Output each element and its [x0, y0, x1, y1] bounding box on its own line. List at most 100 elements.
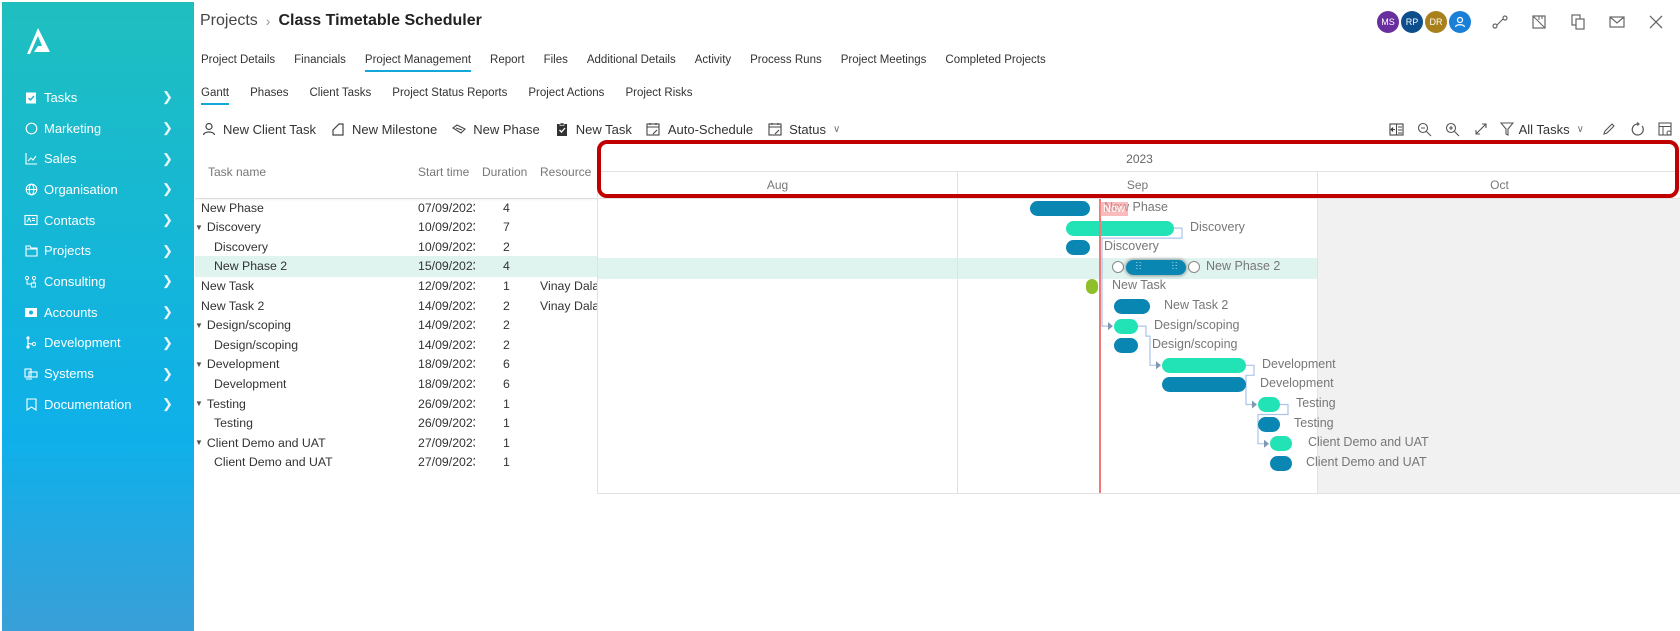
fullscreen-icon[interactable] [1472, 120, 1490, 138]
task-bar[interactable] [1162, 377, 1246, 393]
table-row[interactable]: Design/scoping 14/09/2023 2 [195, 334, 597, 355]
task-bar[interactable] [1114, 299, 1150, 314]
app-logo[interactable] [24, 26, 52, 56]
phase-bar[interactable] [1258, 397, 1280, 412]
column-header-duration[interactable]: Duration [482, 165, 527, 179]
table-row[interactable]: ▼ Client Demo and UAT 27/09/2023 1 [195, 432, 597, 453]
table-row[interactable]: ▼ Testing 26/09/2023 1 [195, 393, 597, 414]
subtab-client-tasks[interactable]: Client Tasks [310, 87, 372, 105]
phase-bar[interactable] [1114, 318, 1138, 334]
drag-handle-icon[interactable]: ∷ ∷ [1172, 260, 1177, 272]
column-header-resource[interactable]: Resource [540, 165, 591, 179]
tab-completed-projects[interactable]: Completed Projects [945, 54, 1045, 72]
task-bar[interactable] [1066, 240, 1090, 256]
sidebar-item-consulting[interactable]: Consulting ❯ [2, 266, 194, 297]
gantt-toolbar: New Client Task New Milestone New Phase … [201, 121, 854, 137]
sidebar-item-systems[interactable]: Systems ❯ [2, 358, 194, 389]
chevron-right-icon: ❯ [162, 273, 173, 289]
new-milestone-button[interactable]: New Milestone [330, 121, 437, 137]
sidebar-item-sales[interactable]: Sales ❯ [2, 143, 194, 174]
auto-schedule-button[interactable]: Auto-Schedule [646, 121, 753, 137]
phase-bar[interactable] [1066, 220, 1174, 236]
workflow-icon[interactable] [1490, 12, 1510, 32]
collapse-grid-icon[interactable] [1388, 120, 1406, 138]
sidebar-item-development[interactable]: Development ❯ [2, 328, 194, 359]
task-bar[interactable] [1030, 201, 1090, 216]
table-row[interactable]: Client Demo and UAT 27/09/2023 1 [195, 452, 597, 473]
task-filter-dropdown[interactable]: All Tasks ∨ [1499, 122, 1584, 137]
sidebar-item-tasks[interactable]: Tasks ❯ [2, 82, 194, 113]
table-row[interactable]: Discovery 10/09/2023 2 [195, 236, 597, 257]
task-bar[interactable] [1270, 455, 1292, 471]
table-row[interactable]: New Task 12/09/2023 1 Vinay Dalal [195, 275, 597, 296]
avatar[interactable]: MS [1377, 11, 1399, 33]
new-client-task-button[interactable]: New Client Task [201, 121, 316, 137]
collapse-caret-icon[interactable]: ▼ [195, 321, 203, 330]
status-dropdown[interactable]: Status ∨ [767, 121, 840, 137]
tab-project-meetings[interactable]: Project Meetings [841, 54, 927, 72]
pencil-icon[interactable] [1600, 120, 1618, 138]
avatar[interactable] [1449, 11, 1471, 33]
tab-project-management[interactable]: Project Management [364, 54, 472, 72]
subtab-project-actions[interactable]: Project Actions [528, 87, 604, 105]
tab-additional-details[interactable]: Additional Details [587, 54, 676, 72]
sidebar-item-contacts[interactable]: Contacts ❯ [2, 205, 194, 236]
sidebar-item-organisation[interactable]: Organisation ❯ [2, 174, 194, 205]
chevron-right-icon: ❯ [162, 334, 173, 350]
mail-icon[interactable] [1607, 12, 1627, 32]
avatar[interactable]: RP [1401, 11, 1423, 33]
collapse-caret-icon[interactable]: ▼ [195, 438, 203, 447]
avatar[interactable]: DR [1425, 11, 1447, 33]
phase-bar[interactable] [1162, 357, 1246, 373]
task-bar[interactable] [1114, 338, 1138, 354]
tab-activity[interactable]: Activity [695, 54, 731, 72]
app-window: Tasks ❯ Marketing ❯ Sales ❯ Organisation… [0, 0, 1680, 631]
tab-process-runs[interactable]: Process Runs [750, 54, 822, 72]
table-row[interactable]: New Phase 2 15/09/2023 4 [195, 255, 597, 277]
new-phase-button[interactable]: New Phase [451, 121, 540, 137]
bar-label: Development [1262, 356, 1336, 371]
gantt-chart: 2023 Aug Sep Oct New Phase Discovery Discove… [597, 146, 1680, 494]
table-row[interactable]: ▼ Discovery 10/09/2023 7 [195, 217, 597, 238]
subtab-project-risks[interactable]: Project Risks [625, 87, 692, 105]
breadcrumb: Projects › Class Timetable Scheduler [200, 12, 482, 30]
tab-files[interactable]: Files [544, 54, 568, 72]
task-bar[interactable] [1258, 416, 1280, 432]
collapse-caret-icon[interactable]: ▼ [195, 360, 203, 369]
zoom-in-icon[interactable] [1444, 120, 1462, 138]
zoom-out-icon[interactable] [1416, 120, 1434, 138]
chevron-right-icon: ❯ [162, 365, 173, 381]
table-row[interactable]: ▼ Development 18/09/2023 6 [195, 354, 597, 375]
sidebar-item-projects[interactable]: Projects ❯ [2, 235, 194, 266]
ruler-icon[interactable] [1529, 12, 1549, 32]
close-icon[interactable] [1646, 12, 1666, 32]
column-header-start-time[interactable]: Start time [418, 165, 469, 179]
milestone-bar[interactable] [1086, 279, 1098, 295]
tab-report[interactable]: Report [490, 54, 525, 72]
column-header-task-name[interactable]: Task name [208, 165, 266, 179]
copy-icon[interactable] [1568, 12, 1588, 32]
phase-bar[interactable] [1270, 436, 1292, 452]
drag-handle-icon[interactable]: ∷ ∷ [1136, 260, 1141, 272]
sidebar-item-documentation[interactable]: Documentation ❯ [2, 389, 194, 420]
sidebar-item-accounts[interactable]: Accounts ❯ [2, 297, 194, 328]
task-bar[interactable]: ∷ ∷ ∷ ∷ [1126, 259, 1186, 275]
refresh-icon[interactable] [1628, 120, 1646, 138]
new-task-button[interactable]: New Task [554, 121, 632, 137]
breadcrumb-projects[interactable]: Projects [200, 12, 258, 30]
tab-financials[interactable]: Financials [294, 54, 346, 72]
column-settings-icon[interactable] [1656, 120, 1674, 138]
task-name-cell: ▼ Testing [195, 397, 246, 411]
table-row[interactable]: ▼ Design/scoping 14/09/2023 2 [195, 315, 597, 336]
table-row[interactable]: New Task 2 14/09/2023 2 Vinay Dalal [195, 295, 597, 316]
collapse-caret-icon[interactable]: ▼ [195, 399, 203, 408]
table-row[interactable]: Testing 26/09/2023 1 [195, 413, 597, 434]
subtab-project-status-reports[interactable]: Project Status Reports [392, 87, 507, 105]
subtab-gantt[interactable]: Gantt [201, 87, 230, 105]
table-row[interactable]: New Phase 07/09/2023 4 [195, 197, 597, 218]
table-row[interactable]: Development 18/09/2023 6 [195, 373, 597, 394]
tab-project-details[interactable]: Project Details [201, 54, 275, 72]
sidebar-item-marketing[interactable]: Marketing ❯ [2, 113, 194, 144]
collapse-caret-icon[interactable]: ▼ [195, 223, 203, 232]
subtab-phases[interactable]: Phases [250, 87, 288, 105]
